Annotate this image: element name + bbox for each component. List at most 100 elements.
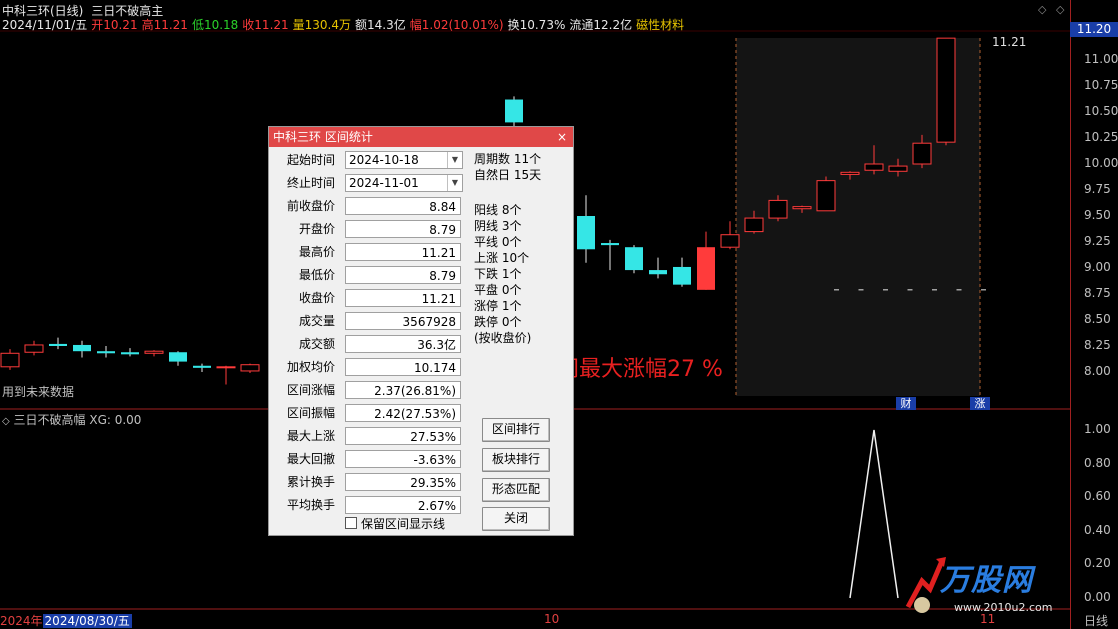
- candle[interactable]: [216, 365, 236, 385]
- stat-row: 成交额 36.3亿: [269, 334, 469, 355]
- candle[interactable]: [816, 176, 836, 212]
- diamond-icon[interactable]: ◇: [1038, 3, 1046, 16]
- candle-body: [193, 365, 211, 368]
- stat-value[interactable]: 29.35%: [345, 473, 461, 491]
- stat-row: 平均换手 2.67%: [269, 495, 469, 516]
- candle-body: [816, 180, 836, 212]
- stat-value[interactable]: 2.67%: [345, 496, 461, 514]
- price-tick: 9.50: [1084, 208, 1111, 222]
- indicator-tick: 0.40: [1084, 522, 1111, 537]
- stat-label: 最大回撤: [286, 452, 335, 466]
- candle[interactable]: [649, 257, 667, 279]
- candle-body: [864, 163, 884, 171]
- stat-value[interactable]: 3567928: [345, 312, 461, 330]
- stat-label: 前收盘价: [286, 199, 335, 213]
- stat-value[interactable]: 8.79: [345, 220, 461, 238]
- candle[interactable]: [121, 348, 139, 357]
- price-tick: 9.25: [1084, 234, 1111, 248]
- candle-body: [673, 266, 691, 285]
- candle[interactable]: [697, 231, 715, 290]
- stat-value[interactable]: -3.63%: [345, 450, 461, 468]
- candle-stat: 阴线 3个: [474, 219, 522, 233]
- candle[interactable]: [24, 340, 44, 356]
- candle-stat: 平盘 0个: [474, 283, 522, 297]
- stat-row: 加权均价 10.174: [269, 357, 469, 378]
- dialog-titlebar[interactable]: 中科三环 区间统计 ×: [269, 127, 573, 147]
- indicator-icon[interactable]: ◇: [2, 416, 10, 427]
- high-price-label: 11.21: [992, 35, 1027, 49]
- stat-value[interactable]: 10.174: [345, 358, 461, 376]
- candle[interactable]: [601, 239, 619, 271]
- candle[interactable]: [577, 195, 595, 263]
- chevron-down-icon[interactable]: ▼: [447, 175, 462, 191]
- stat-label: 累计换手: [286, 475, 335, 489]
- stat-row: 区间涨幅 2.37(26.81%): [269, 380, 469, 401]
- candle[interactable]: [673, 257, 691, 287]
- stat-value[interactable]: 2.37(26.81%): [345, 381, 461, 399]
- candle[interactable]: [625, 245, 643, 274]
- range-rank-button[interactable]: 区间排行: [482, 418, 550, 442]
- stat-value[interactable]: 2.42(27.53%): [345, 404, 461, 422]
- price-tick: 9.00: [1084, 260, 1111, 274]
- candle-body: [73, 344, 91, 352]
- finance-marker[interactable]: 财: [896, 397, 916, 410]
- sector-rank-button[interactable]: 板块排行: [482, 448, 550, 472]
- stat-row: 前收盘价 8.84: [269, 196, 469, 217]
- candle[interactable]: [49, 337, 67, 350]
- checkbox-box[interactable]: [345, 517, 357, 529]
- chevron-down-icon[interactable]: ▼: [447, 152, 462, 168]
- stat-value[interactable]: 8.79: [345, 266, 461, 284]
- diamond-icon-2[interactable]: ◇: [1056, 3, 1064, 16]
- candle-body: [121, 352, 139, 355]
- stat-value[interactable]: 11.21: [345, 243, 461, 261]
- stat-row: 累计换手 29.35%: [269, 472, 469, 493]
- stat-value[interactable]: 36.3亿: [345, 335, 461, 353]
- stat-label: 最大上涨: [286, 429, 335, 443]
- current-price-tag: 11.20: [1070, 22, 1118, 37]
- candle[interactable]: [73, 340, 91, 358]
- price-tick: 11.00: [1084, 52, 1118, 66]
- price-tick: 8.00: [1084, 364, 1111, 378]
- keep-range-checkbox[interactable]: 保留区间显示线: [345, 515, 445, 532]
- candle[interactable]: [144, 350, 164, 357]
- dialog-title: 中科三环 区间统计: [273, 130, 373, 144]
- candle[interactable]: [0, 349, 20, 370]
- candle[interactable]: [936, 37, 956, 146]
- period-info: 周期数 11个 自然日 15天: [474, 151, 541, 183]
- candle-body: [216, 366, 236, 369]
- stat-row: 最高价 11.21: [269, 242, 469, 263]
- quote-part: 开10.21: [91, 18, 138, 32]
- quote-part: 幅1.02(10.01%): [409, 18, 504, 32]
- stat-value[interactable]: 11.21: [345, 289, 461, 307]
- candle[interactable]: [193, 363, 211, 372]
- stat-value[interactable]: 27.53%: [345, 427, 461, 445]
- stat-row: 最大回撤 -3.63%: [269, 449, 469, 470]
- stat-label: 最高价: [298, 245, 335, 259]
- quote-part: 量130.4万: [292, 18, 352, 32]
- candle[interactable]: [240, 363, 260, 374]
- site-logo: 万股网 www.2010u2.com: [900, 555, 1068, 621]
- price-tick: 10.50: [1084, 104, 1118, 118]
- close-button[interactable]: 关闭: [482, 507, 550, 531]
- end-time-select[interactable]: 2024-11-01 ▼: [345, 174, 463, 192]
- candle-body: [169, 352, 187, 362]
- candle[interactable]: [97, 346, 115, 358]
- quote-part: 2024/11/01/五: [2, 18, 88, 32]
- stat-label: 成交额: [298, 337, 335, 351]
- pattern-match-button[interactable]: 形态匹配: [482, 478, 550, 502]
- bottom-date-bar: 2024年 2024/08/30/五: [0, 612, 132, 629]
- stat-label: 区间振幅: [286, 406, 335, 420]
- candle-body: [936, 37, 956, 143]
- stat-label: 最低价: [298, 268, 335, 282]
- close-icon[interactable]: ×: [555, 127, 569, 147]
- indicator-tick: 0.00: [1084, 590, 1111, 604]
- candle-body: [505, 99, 523, 123]
- candle-body: [720, 234, 740, 248]
- stat-value[interactable]: 8.84: [345, 197, 461, 215]
- stat-row: 成交量 3567928: [269, 311, 469, 332]
- candle[interactable]: [169, 351, 187, 366]
- limit-up-marker[interactable]: 涨: [970, 397, 990, 410]
- quote-part: 收11.21: [242, 18, 289, 32]
- start-time-select[interactable]: 2024-10-18 ▼: [345, 151, 463, 169]
- price-tick: 8.75: [1084, 286, 1111, 300]
